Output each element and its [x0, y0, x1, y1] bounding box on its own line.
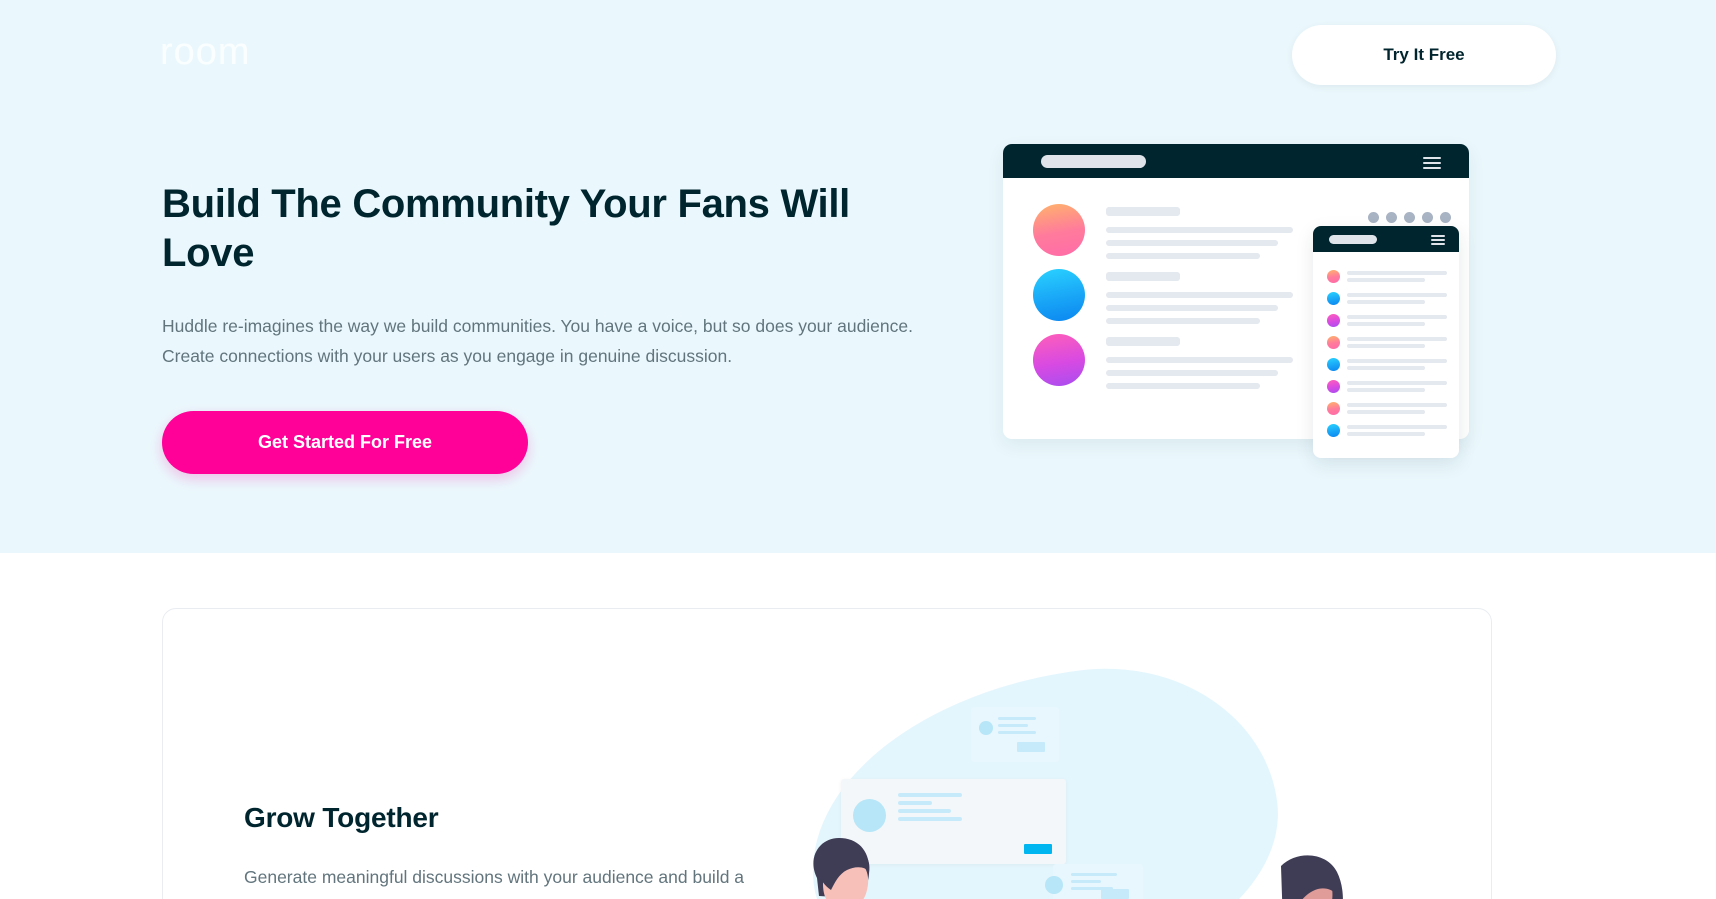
- hamburger-icon: [1423, 157, 1441, 169]
- hero-text-block: Build The Community Your Fans Will Love …: [162, 180, 932, 474]
- avatar: [1327, 358, 1340, 371]
- get-started-for-free-button[interactable]: Get Started For Free: [162, 410, 528, 474]
- avatar: [979, 721, 993, 735]
- site-logo[interactable]: room: [160, 33, 251, 71]
- avatar: [1327, 424, 1340, 437]
- phone-list-item: [1327, 424, 1449, 437]
- phone-list-item: [1327, 336, 1449, 349]
- avatar: [1033, 334, 1085, 386]
- illustration-button: [1024, 844, 1052, 854]
- avatar: [1033, 269, 1085, 321]
- feature-text-block: Grow Together Generate meaningful discus…: [244, 802, 764, 899]
- illustration-card: [1045, 864, 1143, 899]
- avatar: [853, 799, 886, 832]
- mockup-text-lines: [1106, 272, 1293, 331]
- desktop-mockup-search-bar: [1041, 155, 1146, 168]
- illustration-card: [971, 707, 1059, 762]
- woman-illustration: [1281, 855, 1343, 899]
- landing-page: room Try It Free Build The Community You…: [0, 0, 1716, 899]
- hero-subtitle: Huddle re-imagines the way we build comm…: [162, 315, 913, 366]
- phone-list-item: [1327, 358, 1449, 371]
- hero-heading: Build The Community Your Fans Will Love: [162, 182, 850, 275]
- try-it-free-button[interactable]: Try It Free: [1292, 25, 1556, 85]
- man-illustration: [813, 838, 870, 899]
- top-navbar: room Try It Free: [0, 0, 1716, 110]
- phone-list-item: [1327, 314, 1449, 327]
- phone-list-item: [1327, 270, 1449, 283]
- community-discussion-illustration: [753, 624, 1453, 899]
- feature-heading: Grow Together: [244, 802, 439, 833]
- phone-mockup-search-bar: [1329, 235, 1377, 244]
- avatar: [1327, 380, 1340, 393]
- avatar: [1327, 270, 1340, 283]
- avatar: [1327, 314, 1340, 327]
- avatar: [1327, 292, 1340, 305]
- avatar: [1327, 336, 1340, 349]
- phone-mockup: [1313, 226, 1459, 458]
- phone-list-item: [1327, 292, 1449, 305]
- hero-mockup-illustration: [1003, 144, 1503, 504]
- hero-section: room Try It Free Build The Community You…: [0, 0, 1716, 553]
- mockup-text-lines: [1106, 337, 1293, 396]
- illustration-button: [1017, 742, 1045, 752]
- mockup-status-dots: [1368, 212, 1451, 223]
- phone-list-item: [1327, 380, 1449, 393]
- hamburger-icon: [1431, 235, 1445, 247]
- illustration-button: [1101, 889, 1129, 899]
- avatar: [1033, 204, 1085, 256]
- phone-list-item: [1327, 402, 1449, 415]
- mockup-text-lines: [1106, 207, 1293, 266]
- avatar: [1327, 402, 1340, 415]
- feature-body-text: Generate meaningful discussions with you…: [244, 867, 747, 899]
- grow-together-card: Grow Together Generate meaningful discus…: [162, 608, 1492, 899]
- avatar: [1045, 876, 1063, 894]
